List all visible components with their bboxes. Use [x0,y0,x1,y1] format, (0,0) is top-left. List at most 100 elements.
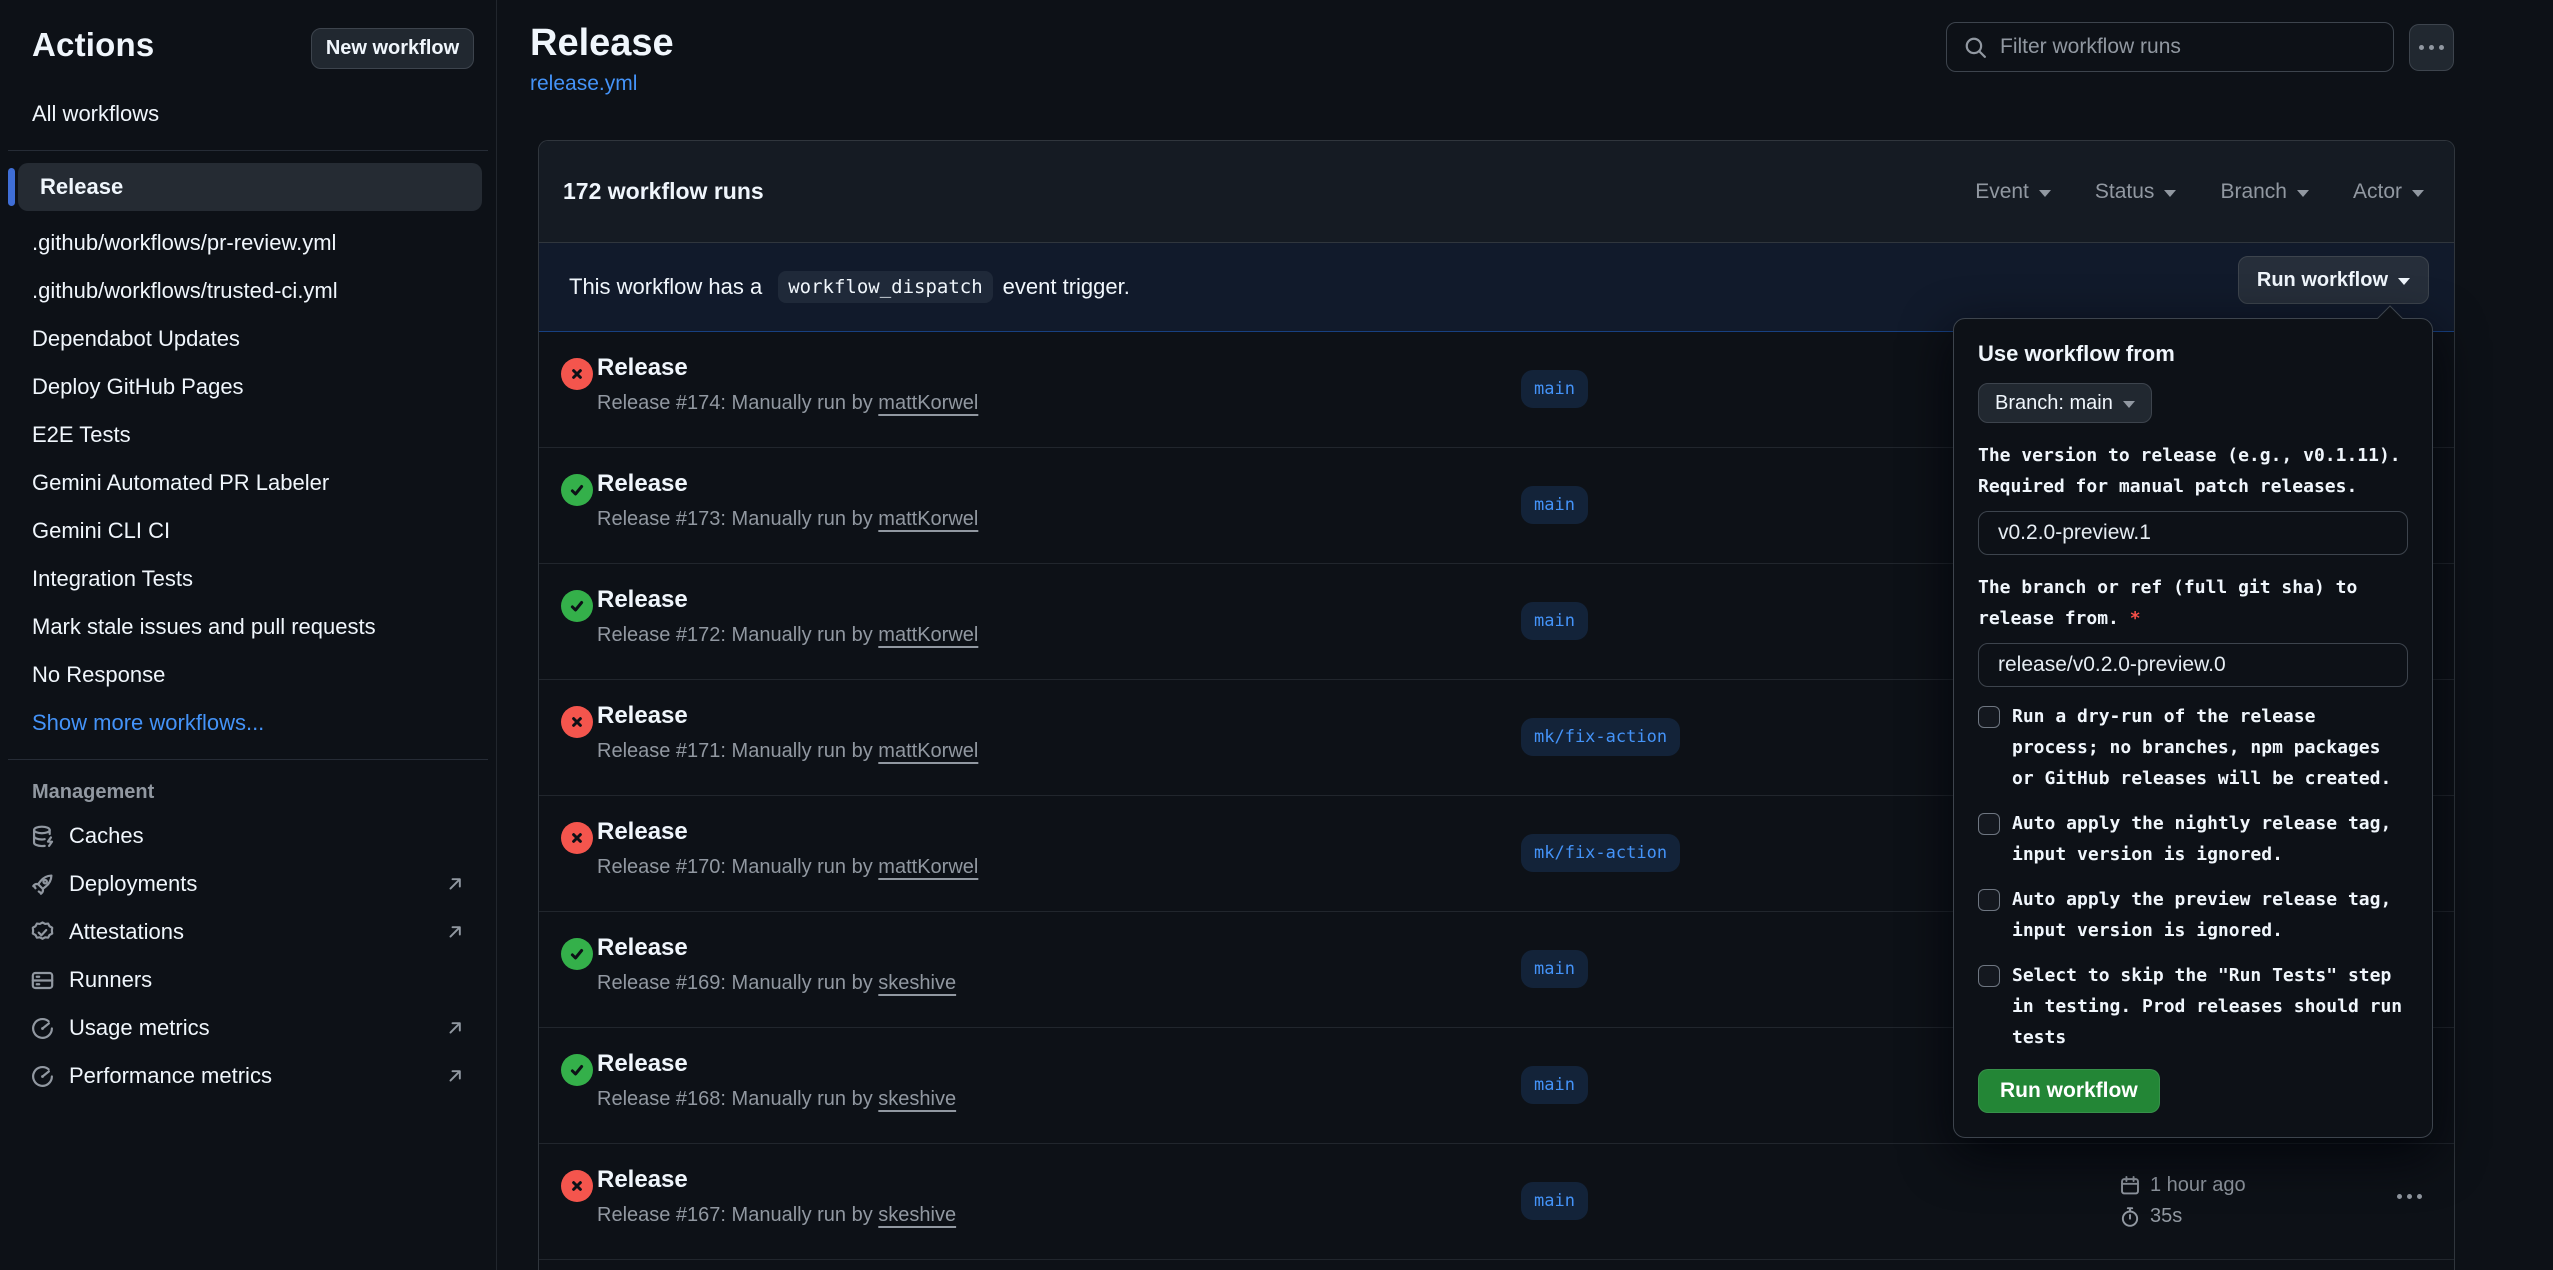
run-actor-link[interactable]: mattKorwel [878,624,978,646]
search-icon [1963,35,1988,60]
run-description: Release #173: Manually run by mattKorwel [597,508,978,531]
run-description: Release #174: Manually run by mattKorwel [597,392,978,415]
version-input-label: The version to release (e.g., v0.1.11). … [1978,440,2408,502]
run-title-link[interactable]: Release [597,818,978,846]
ref-input[interactable] [1978,643,2408,687]
sidebar-management-item[interactable]: Attestations [0,908,496,956]
sidebar-management-item[interactable]: Runners [0,956,496,1004]
server-icon [30,968,55,993]
sidebar-workflow-item[interactable]: Gemini CLI CI [0,507,496,555]
sidebar-workflow-item-selected[interactable]: Release [18,163,482,211]
run-workflow-dropdown-button[interactable]: Run workflow [2238,256,2429,304]
run-kebab-button[interactable] [2397,1194,2422,1199]
calendar-icon [2119,1175,2141,1197]
run-title-link[interactable]: Release [597,934,956,962]
run-actor-link[interactable]: skeshive [878,1088,956,1110]
arrow-up-right-icon [444,873,466,895]
sidebar-workflow-item[interactable]: Dependabot Updates [0,315,496,363]
sidebar-workflow-item[interactable]: Integration Tests [0,555,496,603]
run-title-link[interactable]: Release [597,354,978,382]
run-workflow-submit-button[interactable]: Run workflow [1978,1069,2160,1113]
runs-filter-dropdown[interactable]: Event [1975,180,2051,204]
sidebar-workflow-item[interactable]: Mark stale issues and pull requests [0,603,496,651]
sidebar-workflow-item[interactable]: No Response [0,651,496,699]
chevron-down-icon [2398,278,2410,285]
sidebar-workflow-item[interactable]: Deploy GitHub Pages [0,363,496,411]
verified-icon [30,920,55,945]
branch-selector-button[interactable]: Branch: main [1978,383,2152,423]
run-branch-badge[interactable]: main [1521,370,1588,408]
run-branch-badge[interactable]: main [1521,1066,1588,1104]
chevron-down-icon [2123,401,2135,408]
workflow-file-link[interactable]: release.yml [530,72,637,96]
stopwatch-icon [2119,1206,2141,1228]
dispatch-option-row: Auto apply the nightly release tag, inpu… [1978,808,2408,870]
sidebar-workflow-item[interactable]: E2E Tests [0,411,496,459]
sidebar-management-item[interactable]: Deployments [0,860,496,908]
dispatch-options: Run a dry-run of the release process; no… [1978,701,2408,1053]
checkbox[interactable] [1978,706,2000,728]
run-branch-badge[interactable]: main [1521,950,1588,988]
sidebar-management-item[interactable]: Usage metrics [0,1004,496,1052]
run-description: Release #168: Manually run by skeshive [597,1088,956,1111]
run-title-link[interactable]: Release [597,1166,956,1194]
failure-status-icon [561,358,593,390]
sidebar-workflow-item[interactable]: Gemini Automated PR Labeler [0,459,496,507]
runs-list-header: 172 workflow runs Event Status Branch Ac… [539,141,2454,243]
run-branch-badge[interactable]: main [1521,602,1588,640]
show-more-workflows-link[interactable]: Show more workflows... [0,699,496,747]
runs-count: 172 workflow runs [563,178,764,205]
run-title-link[interactable]: Release [597,586,978,614]
run-actor-link[interactable]: mattKorwel [878,508,978,530]
workflow-options-kebab-button[interactable] [2409,24,2454,71]
failure-status-icon [561,1170,593,1202]
filter-workflow-runs-input[interactable] [2000,35,2377,59]
sidebar-item-all-workflows[interactable]: All workflows [0,90,496,138]
sidebar-management-item[interactable]: Caches [0,812,496,860]
run-description: Release #169: Manually run by skeshive [597,972,956,995]
gauge-icon [30,1016,55,1041]
run-description: Release #167: Manually run by skeshive [597,1204,956,1227]
dispatch-option-row: Auto apply the preview release tag, inpu… [1978,884,2408,946]
success-status-icon [561,1054,593,1086]
checkbox[interactable] [1978,889,2000,911]
run-description: Release #170: Manually run by mattKorwel [597,856,978,879]
page-title: Release [530,22,674,65]
run-actor-link[interactable]: skeshive [878,1204,956,1226]
gauge-icon [30,1064,55,1089]
runs-filter-dropdown[interactable]: Status [2095,180,2177,204]
run-description: Release #171: Manually run by mattKorwel [597,740,978,763]
run-actor-link[interactable]: mattKorwel [878,740,978,762]
run-branch-badge[interactable]: main [1521,1182,1588,1220]
sidebar-workflow-item[interactable]: .github/workflows/pr-review.yml [0,219,496,267]
sidebar-workflow-item[interactable]: .github/workflows/trusted-ci.yml [0,267,496,315]
ref-input-label: The branch or ref (full git sha) to rele… [1978,572,2408,634]
chevron-down-icon [2039,190,2051,197]
checkbox[interactable] [1978,813,2000,835]
filter-workflow-runs-box [1946,22,2394,72]
workflow-run-row: Release Release #167: Manually run by sk… [539,1144,2454,1260]
sidebar-management-item[interactable]: Performance metrics [0,1052,496,1100]
panel-heading: Use workflow from [1978,341,2408,367]
run-actor-link[interactable]: mattKorwel [878,856,978,878]
run-title-link[interactable]: Release [597,1050,956,1078]
success-status-icon [561,474,593,506]
version-input[interactable] [1978,511,2408,555]
run-branch-badge[interactable]: main [1521,486,1588,524]
run-branch-badge[interactable]: mk/fix-action [1521,718,1680,756]
database-icon [30,824,55,849]
new-workflow-button[interactable]: New workflow [311,28,474,69]
run-branch-badge[interactable]: mk/fix-action [1521,834,1680,872]
run-title-link[interactable]: Release [597,470,978,498]
rocket-icon [30,872,55,897]
runs-filter-dropdown[interactable]: Branch [2220,180,2309,204]
kebab-icon [2419,45,2444,50]
failure-status-icon [561,822,593,854]
success-status-icon [561,590,593,622]
checkbox[interactable] [1978,965,2000,987]
run-actor-link[interactable]: mattKorwel [878,392,978,414]
main-content: Release release.yml 172 workflow runs Ev… [498,0,2553,1270]
runs-filter-dropdown[interactable]: Actor [2353,180,2424,204]
run-title-link[interactable]: Release [597,702,978,730]
run-actor-link[interactable]: skeshive [878,972,956,994]
